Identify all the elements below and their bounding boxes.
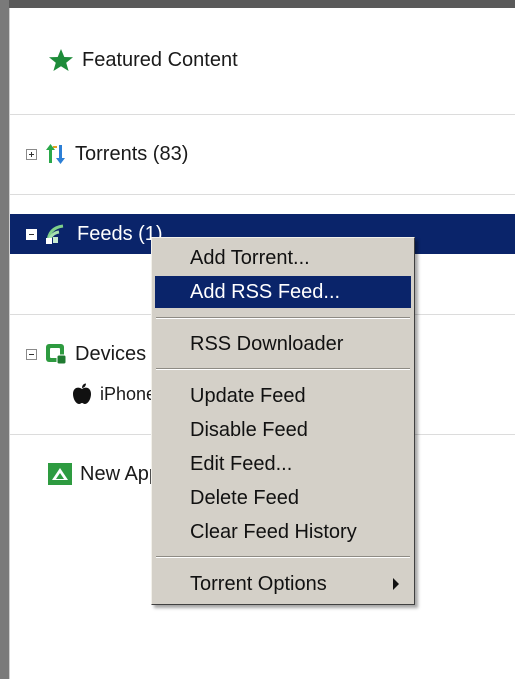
menu-item-label: Add RSS Feed... bbox=[190, 280, 341, 303]
menu-item-delete-feed[interactable]: Delete Feed bbox=[155, 482, 411, 514]
window-top-border bbox=[0, 0, 515, 8]
sidebar-item-label: Torrents (83) bbox=[75, 142, 189, 165]
menu-separator bbox=[156, 556, 410, 558]
menu-item-edit-feed[interactable]: Edit Feed... bbox=[155, 448, 411, 480]
rss-feed-icon bbox=[45, 222, 69, 246]
menu-item-clear-feed-history[interactable]: Clear Feed History bbox=[155, 516, 411, 548]
collapse-toggle[interactable] bbox=[26, 228, 37, 240]
window-left-border bbox=[0, 0, 9, 679]
sidebar-item-featured[interactable]: Featured Content bbox=[10, 40, 515, 80]
sidebar-item-label: Devices bbox=[75, 342, 147, 365]
divider bbox=[10, 114, 515, 115]
star-icon bbox=[48, 48, 74, 72]
menu-item-label: Delete Feed bbox=[190, 486, 299, 509]
divider bbox=[10, 194, 515, 195]
menu-item-add-torrent[interactable]: Add Torrent... bbox=[155, 242, 411, 274]
menu-item-label: Edit Feed... bbox=[190, 452, 293, 475]
submenu-arrow-icon bbox=[393, 578, 399, 590]
menu-item-label: Disable Feed bbox=[190, 418, 308, 441]
menu-item-add-rss-feed[interactable]: Add RSS Feed... bbox=[155, 276, 411, 308]
sidebar-item-torrents[interactable]: Torrents (83) bbox=[10, 134, 515, 174]
apple-icon bbox=[72, 383, 92, 405]
app-icon bbox=[48, 463, 72, 485]
sidebar-item-label: Feeds (1) bbox=[77, 222, 163, 245]
sidebar-item-label: iPhone bbox=[100, 383, 157, 404]
menu-item-disable-feed[interactable]: Disable Feed bbox=[155, 414, 411, 446]
collapse-toggle[interactable] bbox=[26, 348, 37, 360]
menu-item-torrent-options[interactable]: Torrent Options bbox=[155, 568, 411, 600]
menu-item-label: Add Torrent... bbox=[190, 246, 310, 269]
transfer-arrows-icon bbox=[45, 143, 67, 165]
menu-item-label: Clear Feed History bbox=[190, 520, 357, 543]
context-menu: Add Torrent... Add RSS Feed... RSS Downl… bbox=[151, 237, 415, 605]
device-icon bbox=[45, 343, 67, 365]
menu-item-rss-downloader[interactable]: RSS Downloader bbox=[155, 328, 411, 360]
menu-item-label: Update Feed bbox=[190, 384, 306, 407]
expand-toggle[interactable] bbox=[26, 148, 37, 160]
menu-item-label: RSS Downloader bbox=[190, 332, 344, 355]
menu-item-label: Torrent Options bbox=[190, 572, 327, 595]
menu-item-update-feed[interactable]: Update Feed bbox=[155, 380, 411, 412]
sidebar-item-label: Featured Content bbox=[82, 48, 238, 71]
menu-separator bbox=[156, 368, 410, 370]
menu-separator bbox=[156, 317, 410, 319]
